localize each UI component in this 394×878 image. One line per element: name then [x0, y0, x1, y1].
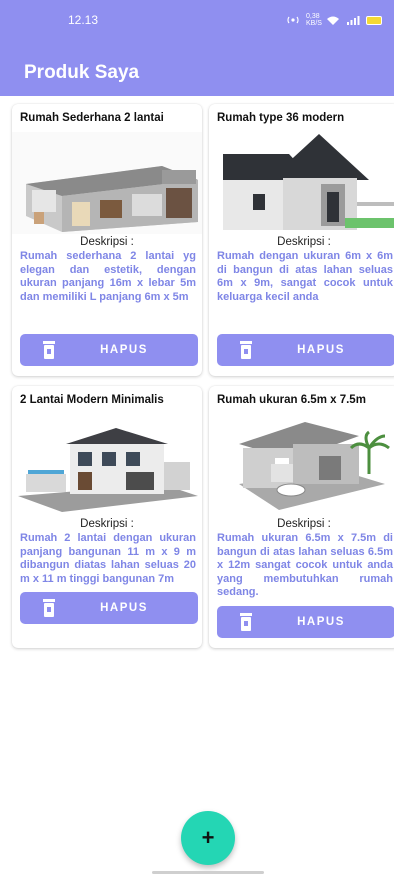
product-image [209, 132, 394, 234]
net-speed-icon: 0,38 KB/S [306, 13, 322, 27]
description-label: Deskripsi : [277, 236, 331, 248]
product-card[interactable]: Rumah Sederhana 2 lantai Deskripsi : Rum… [12, 104, 202, 376]
delete-button-label: HAPUS [100, 602, 148, 614]
description-label: Deskripsi : [80, 518, 134, 530]
product-card[interactable]: Rumah ukuran 6.5m x 7.5m Deskripsi : Rum… [209, 386, 394, 648]
wifi-icon [327, 16, 339, 25]
description-label: Deskripsi : [80, 236, 134, 248]
product-title: Rumah ukuran 6.5m x 7.5m [217, 394, 366, 406]
add-product-button[interactable]: + [181, 811, 235, 865]
product-description: Rumah 2 lantai dengan ukuran panjang ban… [20, 532, 196, 585]
status-bar: 12.13 0,38 KB/S [0, 0, 394, 40]
delete-button-label: HAPUS [100, 344, 148, 356]
product-title: Rumah Sederhana 2 lantai [20, 112, 164, 124]
status-time: 12.13 [68, 13, 99, 27]
app-bar: 12.13 0,38 KB/S Produk Saya [0, 0, 394, 96]
delete-button[interactable]: HAPUS [217, 334, 394, 366]
product-title: Rumah type 36 modern [217, 112, 345, 124]
delete-button[interactable]: HAPUS [217, 606, 394, 638]
battery-icon [366, 15, 382, 25]
product-image [12, 414, 202, 516]
page-title: Produk Saya [24, 62, 140, 83]
delete-button-label: HAPUS [297, 616, 345, 628]
delete-button-label: HAPUS [297, 344, 345, 356]
product-card[interactable]: Rumah type 36 modern Deskripsi : Rumah d… [209, 104, 394, 376]
product-card[interactable]: 2 Lantai Modern Minimalis Deskripsi : Ru… [12, 386, 202, 648]
product-title: 2 Lantai Modern Minimalis [20, 394, 164, 406]
product-description: Rumah ukuran 6.5m x 7.5m di bangun di at… [217, 532, 393, 598]
product-image [12, 132, 202, 234]
status-icons: 0,38 KB/S [286, 13, 382, 27]
home-indicator[interactable] [152, 871, 264, 874]
description-label: Deskripsi : [277, 518, 331, 530]
delete-button[interactable]: HAPUS [20, 592, 198, 624]
product-image [209, 414, 394, 516]
plus-icon: + [201, 825, 215, 850]
product-description: Rumah sederhana 2 lantai yg elegan dan e… [20, 250, 196, 303]
delete-button[interactable]: HAPUS [20, 334, 198, 366]
signal-icon [347, 15, 360, 25]
product-description: Rumah dengan ukuran 6m x 6m di bangun di… [217, 250, 393, 303]
hotspot-icon [287, 16, 299, 24]
